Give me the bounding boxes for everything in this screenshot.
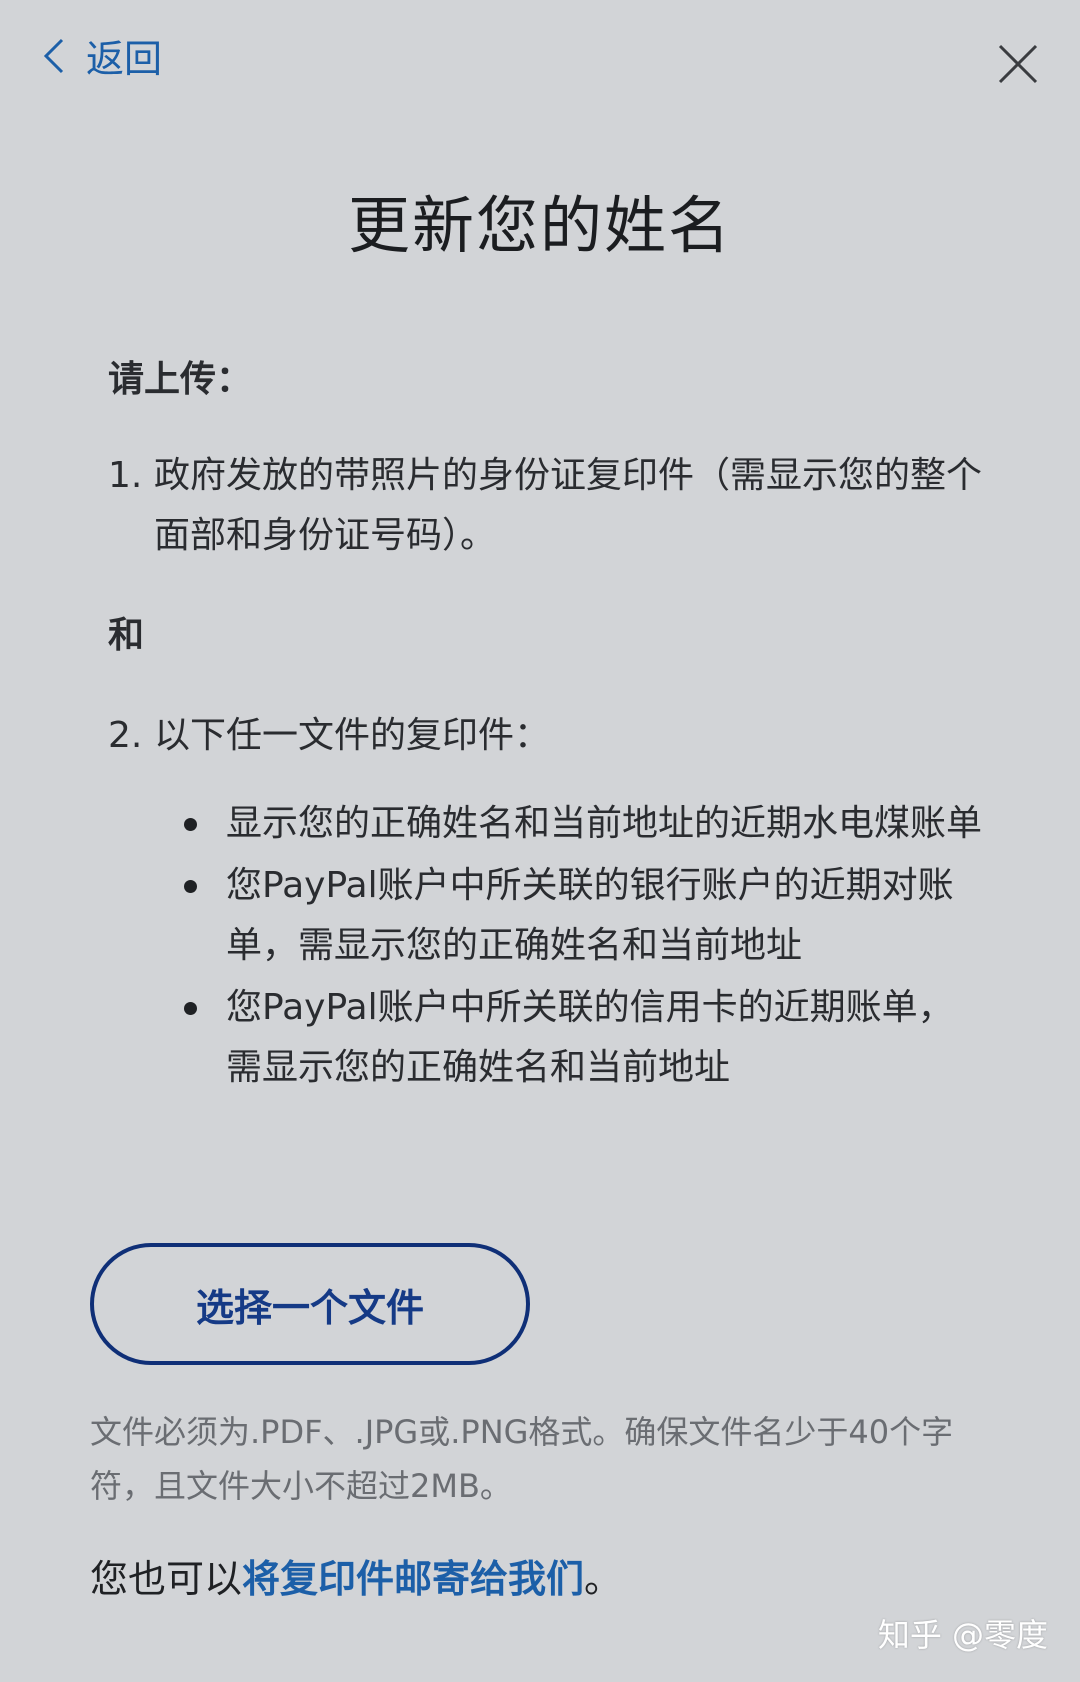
choose-file-button[interactable]: 选择一个文件 bbox=[90, 1243, 530, 1365]
list-item: 显示您的正确姓名和当前地址的近期水电煤账单 bbox=[184, 794, 988, 854]
requirement-item-2: 2. 以下任一文件的复印件： bbox=[108, 706, 988, 766]
list-item: 您PayPal账户中所关联的银行账户的近期对账单，需显示您的正确姓名和当前地址 bbox=[184, 856, 988, 976]
file-requirements-note: 文件必须为.PDF、.JPG或.PNG格式。确保文件名少于40个字符，且文件大小… bbox=[90, 1413, 954, 1505]
close-icon[interactable] bbox=[996, 42, 1040, 86]
back-label: 返回 bbox=[86, 37, 163, 81]
page-title: 更新您的姓名 bbox=[347, 189, 732, 262]
mail-copy-link[interactable]: 将复印件邮寄给我们 bbox=[242, 1557, 584, 1601]
update-name-screen: 返回 更新您的姓名 请上传： 1. 政府发放的带照片的身份证复印件（需显示您的整… bbox=[0, 0, 1080, 1682]
chevron-left-icon bbox=[43, 38, 64, 73]
document-options-list: 显示您的正确姓名和当前地址的近期水电煤账单 您PayPal账户中所关联的银行账户… bbox=[108, 794, 988, 1098]
mail-suffix: 。 bbox=[584, 1557, 623, 1601]
watermark: 知乎 @零度 bbox=[877, 1616, 1048, 1654]
requirement-text: 以下任一文件的复印件： bbox=[154, 715, 551, 756]
upload-heading: 请上传： bbox=[108, 359, 253, 400]
requirement-text: 政府发放的带照片的身份证复印件（需显示您的整个面部和身份证号码）。 bbox=[154, 455, 983, 556]
back-button[interactable]: 返回 bbox=[40, 28, 162, 83]
requirement-number: 1. bbox=[108, 455, 143, 496]
mail-option-text: 您也可以将复印件邮寄给我们。 bbox=[90, 1548, 622, 1603]
requirements-section: 请上传： 1. 政府发放的带照片的身份证复印件（需显示您的整个面部和身份证号码）… bbox=[108, 350, 988, 1100]
and-label: 和 bbox=[108, 615, 145, 656]
requirement-item-1: 1. 政府发放的带照片的身份证复印件（需显示您的整个面部和身份证号码）。 bbox=[108, 446, 988, 566]
mail-prefix: 您也可以 bbox=[90, 1557, 243, 1601]
list-item: 您PayPal账户中所关联的信用卡的近期账单，需显示您的正确姓名和当前地址 bbox=[184, 978, 988, 1098]
requirement-number: 2. bbox=[108, 715, 143, 756]
